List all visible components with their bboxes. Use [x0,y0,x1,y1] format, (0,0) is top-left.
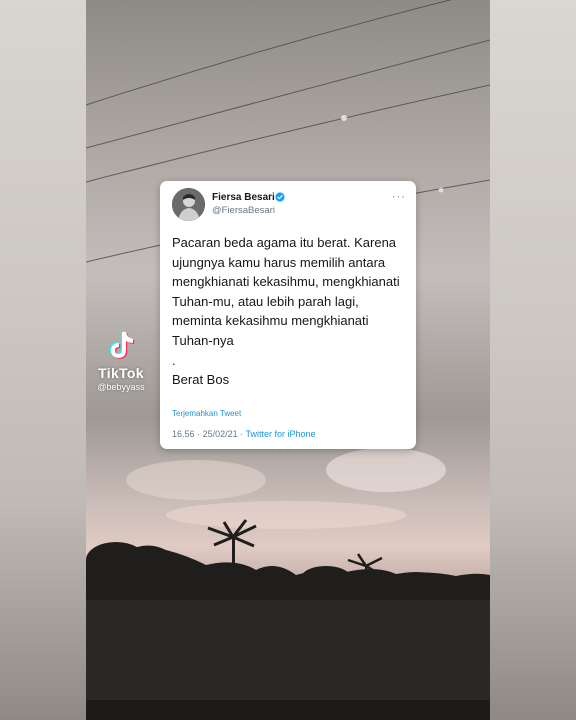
tweet-time: 16.56 [172,429,195,439]
avatar[interactable] [172,188,205,221]
blurred-background-right [490,0,576,720]
tweet-text: Pacaran beda agama itu berat. Karena uju… [172,235,400,388]
verified-badge-icon [275,192,285,202]
tiktok-logo-icon [109,331,135,359]
tiktok-watermark: TikTok @bebyyass [88,330,154,392]
translate-tweet-link[interactable]: Terjemahkan Tweet [172,409,241,418]
tiktok-username: @bebyyass [97,382,145,392]
tweet-card: Fiersa Besari @FiersaBesari ··· Pacaran … [160,181,416,449]
more-options-icon[interactable]: ··· [392,191,406,203]
author-handle[interactable]: @FiersaBesari [212,205,275,216]
avatar-image [172,188,205,221]
tweet-source-link[interactable]: Twitter for iPhone [245,429,315,439]
tweet-date: 25/02/21 [202,429,238,439]
tiktok-brand-label: TikTok [98,365,144,381]
meta-separator: · [240,429,244,439]
blurred-background-left [0,0,86,720]
tweet-meta: 16.56 · 25/02/21 · Twitter for iPhone [172,429,316,439]
author-name[interactable]: Fiersa Besari [212,192,275,203]
meta-separator: · [197,429,201,439]
